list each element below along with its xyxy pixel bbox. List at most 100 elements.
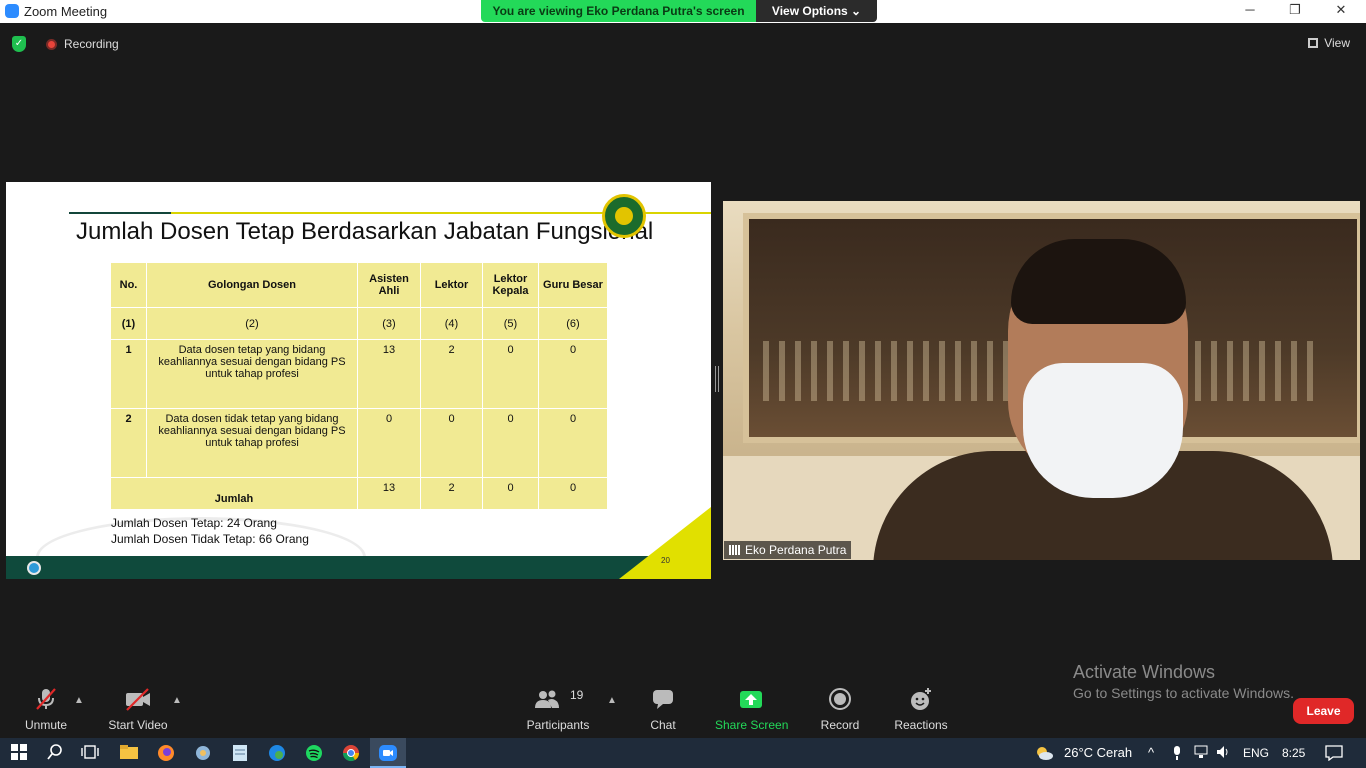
video-off-icon [124,686,152,712]
reactions-button[interactable]: Reactions [893,686,949,732]
participants-button[interactable]: 19 Participants [525,686,591,732]
table-cell: 0 [482,408,539,478]
panel-splitter-handle[interactable] [715,366,719,392]
table-cell: 2 [110,408,147,478]
chat-icon [650,686,676,712]
windows-start-icon[interactable] [10,743,30,763]
share-screen-label: Share Screen [715,718,789,732]
table-cell: (4) [420,307,483,340]
table-cell: 0 [538,477,608,510]
slide-footer-bar [6,556,711,579]
task-view-icon[interactable] [81,743,101,763]
table-cell: 0 [357,408,421,478]
minimize-button[interactable]: ─ [1241,2,1259,20]
participant-video-tile[interactable]: Eko Perdana Putra [723,201,1360,560]
microphone-tray-icon[interactable] [1172,745,1182,764]
muted-microphone-icon [33,686,59,712]
table-cell: (6) [538,307,608,340]
view-options-button[interactable]: View Options ⌄ [756,0,877,22]
participants-count: 19 [570,688,584,702]
app-icon[interactable] [193,743,213,763]
security-shield-icon[interactable]: ✓ [12,36,26,52]
grid-icon [1308,38,1319,48]
view-button[interactable]: View [1308,36,1350,50]
start-video-button[interactable]: Start Video [106,686,170,732]
lecturer-table: No. Golongan Dosen Asisten Ahli Lektor L… [110,262,608,510]
university-logo [602,194,646,238]
record-icon [827,686,853,712]
record-button[interactable]: Record [818,686,862,732]
table-cell: 0 [538,339,608,409]
zoom-taskbar-button[interactable] [370,738,406,768]
participant-name: Eko Perdana Putra [745,543,847,557]
file-explorer-icon[interactable] [119,743,139,763]
chat-label: Chat [650,718,676,732]
show-hidden-icons-icon[interactable]: ^ [1148,745,1154,760]
table-cell: 13 [357,339,421,409]
slide-accent-line [69,212,171,214]
note-dosen-tetap: Jumlah Dosen Tetap: 24 Orang [111,516,277,530]
slide-corner-triangle [619,507,711,579]
zoom-icon [379,745,397,761]
table-row: 1 Data dosen tetap yang bidang keahliann… [110,339,608,409]
windows-taskbar: 26°C Cerah ^ ENG 8:25 [0,738,1366,768]
recording-label[interactable]: Recording [64,37,119,51]
close-button[interactable]: ✕ [1332,2,1350,20]
weather-text[interactable]: 26°C Cerah [1064,745,1132,760]
window-title: Zoom Meeting [24,4,108,19]
participants-label: Participants [526,718,590,732]
unmute-button[interactable]: Unmute [22,686,70,732]
firefox-icon[interactable] [156,743,176,763]
audio-options-caret-icon[interactable]: ▲ [74,695,84,706]
clock[interactable]: 8:25 [1282,746,1305,760]
note-dosen-tidak-tetap: Jumlah Dosen Tidak Tetap: 66 Orang [111,532,309,546]
signal-bars-icon [729,545,741,555]
table-cell: (1) [110,307,147,340]
notifications-icon[interactable] [1325,745,1343,764]
zoom-app-icon [5,4,19,18]
video-options-caret-icon[interactable]: ▲ [172,695,182,706]
table-cell: 2 [420,477,483,510]
chrome-icon[interactable] [341,743,361,763]
shared-screen[interactable]: Jumlah Dosen Tetap Berdasarkan Jabatan F… [6,182,711,579]
participants-caret-icon[interactable]: ▲ [607,695,617,706]
start-video-label: Start Video [108,718,168,732]
table-header-row: No. Golongan Dosen Asisten Ahli Lektor L… [110,262,608,308]
table-header-cell: Lektor Kepala [482,262,539,308]
leave-button[interactable]: Leave [1293,698,1354,724]
unmute-label: Unmute [24,718,68,732]
table-cell: Data dosen tidak tetap yang bidang keahl… [146,408,358,478]
slide-title: Jumlah Dosen Tetap Berdasarkan Jabatan F… [76,218,654,245]
table-cell: 1 [110,339,147,409]
language-indicator[interactable]: ENG [1243,746,1269,760]
face-mask [1023,363,1183,498]
table-row: 2 Data dosen tidak tetap yang bidang kea… [110,408,608,478]
volume-icon[interactable] [1216,745,1232,762]
table-cell: 2 [420,339,483,409]
table-cell: (2) [146,307,358,340]
table-cell: 0 [420,408,483,478]
reactions-label: Reactions [894,718,948,732]
screen-share-banner: You are viewing Eko Perdana Putra's scre… [481,0,877,22]
table-total-row: Jumlah 13 2 0 0 [110,477,608,510]
notepad-icon[interactable] [231,743,251,763]
chat-button[interactable]: Chat [645,686,681,732]
table-cell: 13 [357,477,421,510]
edge-icon[interactable] [267,743,287,763]
slide-page-number: 20 [661,556,670,565]
table-header-cell: Lektor [420,262,483,308]
globe-icon [27,561,41,575]
share-screen-icon [738,686,764,712]
table-cell: 0 [482,339,539,409]
table-header-cell: No. [110,262,147,308]
share-screen-button[interactable]: Share Screen [715,686,789,732]
spotify-icon[interactable] [304,743,324,763]
table-cell: 0 [482,477,539,510]
search-icon[interactable] [46,743,66,763]
reactions-smiley-icon [908,686,934,712]
weather-icon[interactable] [1034,744,1054,764]
restore-button[interactable]: ❐ [1286,2,1304,20]
network-icon[interactable] [1194,745,1210,762]
table-cell: Jumlah [110,477,358,510]
participants-icon [535,690,559,708]
